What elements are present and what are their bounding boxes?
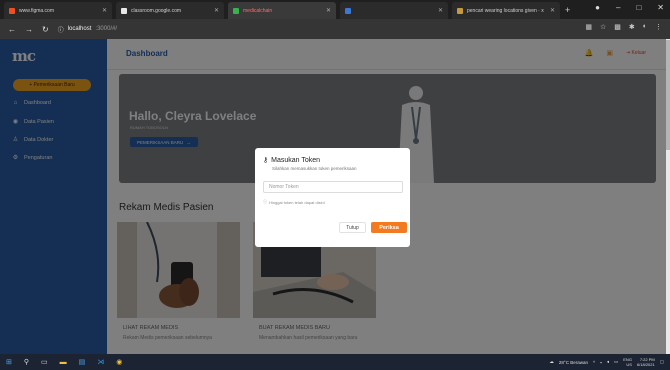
close-icon[interactable]: ✕	[102, 7, 107, 14]
close-icon[interactable]: ✕	[326, 7, 331, 14]
system-tray: ☁ 28°C Berawan ^ ▪ ◂ ▭ ENG US 7:22 PM 6/18…	[549, 355, 664, 369]
reload-icon[interactable]: ↻	[42, 25, 49, 34]
chrome-icon[interactable]: ◉	[116, 358, 122, 366]
extension-icon[interactable]: ▩	[614, 23, 621, 31]
figma-icon	[9, 7, 15, 14]
vscode-icon[interactable]: ⋊	[97, 358, 104, 366]
forward-icon[interactable]: →	[25, 25, 33, 34]
tab-title: medicalchain	[243, 7, 273, 14]
info-icon: ⓘ	[263, 199, 267, 204]
chevron-up-icon[interactable]: ^	[593, 360, 595, 365]
key-icon: ⚷	[263, 157, 269, 164]
translate-icon[interactable]: ▦	[585, 23, 592, 31]
menu-icon[interactable]: ⋮	[655, 23, 662, 31]
tab-title: pencari wearing locations given · x	[467, 7, 544, 14]
browser-tab-active[interactable]: medicalchain ✕	[228, 2, 336, 19]
tab-title: classroom.google.com	[131, 7, 182, 14]
vue-icon	[233, 7, 239, 14]
token-input[interactable]	[263, 181, 403, 193]
browser-tab[interactable]: www.figma.com ✕	[4, 2, 112, 19]
close-button[interactable]: Tutup	[339, 222, 366, 233]
close-window-icon[interactable]: ✕	[657, 3, 664, 12]
modal-title: ⚷ Masukan Token	[263, 156, 321, 165]
modal-subtitle: Silahkan memasukkan token pemeriksaan	[272, 166, 357, 171]
clock[interactable]: 7:22 PM 6/18/2021	[637, 357, 655, 367]
classroom-icon	[121, 7, 127, 14]
search-icon[interactable]: ⚲	[24, 358, 29, 366]
scrollbar-thumb[interactable]	[666, 40, 670, 150]
token-modal: ⚷ Masukan Token Silahkan memasukkan toke…	[255, 148, 410, 247]
close-icon[interactable]: ✕	[438, 7, 443, 14]
address-bar: ← → ↻ ⓘ localhost:3000/#/ ▦ ☆ ▩ ✱ ◐ ⋮	[0, 19, 670, 39]
notification-icon[interactable]: ▢	[660, 359, 664, 365]
network-icon[interactable]: ▪	[600, 360, 602, 365]
site-icon	[457, 7, 463, 14]
back-icon[interactable]: ←	[8, 25, 16, 34]
url-field[interactable]: ⓘ localhost:3000/#/	[58, 25, 117, 34]
url-path: :3000/#/	[95, 26, 118, 32]
app-window: mc + Pemeriksaan Baru ⌂ Dashboard ◉ Data…	[0, 39, 666, 354]
weather-text[interactable]: 28°C Berawan	[559, 360, 588, 365]
site-icon	[345, 7, 351, 14]
extension-icons: ▦ ☆ ▩ ✱ ◐ ⋮	[585, 23, 662, 31]
info-icon: ⓘ	[57, 27, 64, 34]
maximize-icon[interactable]: □	[636, 3, 641, 12]
browser-tab-bar: www.figma.com ✕ classroom.google.com ✕ m…	[0, 0, 670, 19]
window-controls: ● – □ ✕	[595, 3, 664, 12]
task-view-icon[interactable]: ▭	[41, 358, 48, 366]
check-button[interactable]: Periksa	[371, 222, 407, 233]
profile-icon[interactable]: ●	[595, 3, 600, 12]
close-icon[interactable]: ✕	[550, 7, 555, 14]
new-tab-button[interactable]: +	[565, 2, 570, 19]
windows-start-icon[interactable]: ⊞	[6, 358, 12, 366]
store-icon[interactable]: ▤	[79, 358, 86, 366]
browser-tab[interactable]: pencari wearing locations given · x ✕	[452, 2, 560, 19]
puzzle-icon[interactable]: ✱	[629, 23, 635, 31]
browser-tab[interactable]: classroom.google.com ✕	[116, 2, 224, 19]
file-explorer-icon[interactable]: ▬	[60, 359, 67, 366]
language-indicator[interactable]: ENG US	[623, 357, 632, 367]
tab-title: www.figma.com	[19, 7, 55, 14]
browser-tab[interactable]: ✕	[340, 2, 448, 19]
close-icon[interactable]: ✕	[214, 7, 219, 14]
url-host: localhost	[67, 26, 92, 32]
minimize-icon[interactable]: –	[616, 3, 620, 12]
avatar-icon[interactable]: ◐	[643, 23, 647, 31]
modal-hint: ⓘ Hinggai token telah dapat disini	[263, 199, 325, 205]
star-icon[interactable]: ☆	[600, 23, 606, 31]
weather-icon: ☁	[549, 359, 554, 364]
volume-icon[interactable]: ◂	[607, 359, 609, 365]
keyboard-icon[interactable]: ▭	[614, 359, 618, 365]
taskbar: ⊞ ⚲ ▭ ▬ ▤ ⋊ ◉ ☁ 28°C Berawan ^ ▪ ◂ ▭ ENG…	[0, 354, 670, 370]
